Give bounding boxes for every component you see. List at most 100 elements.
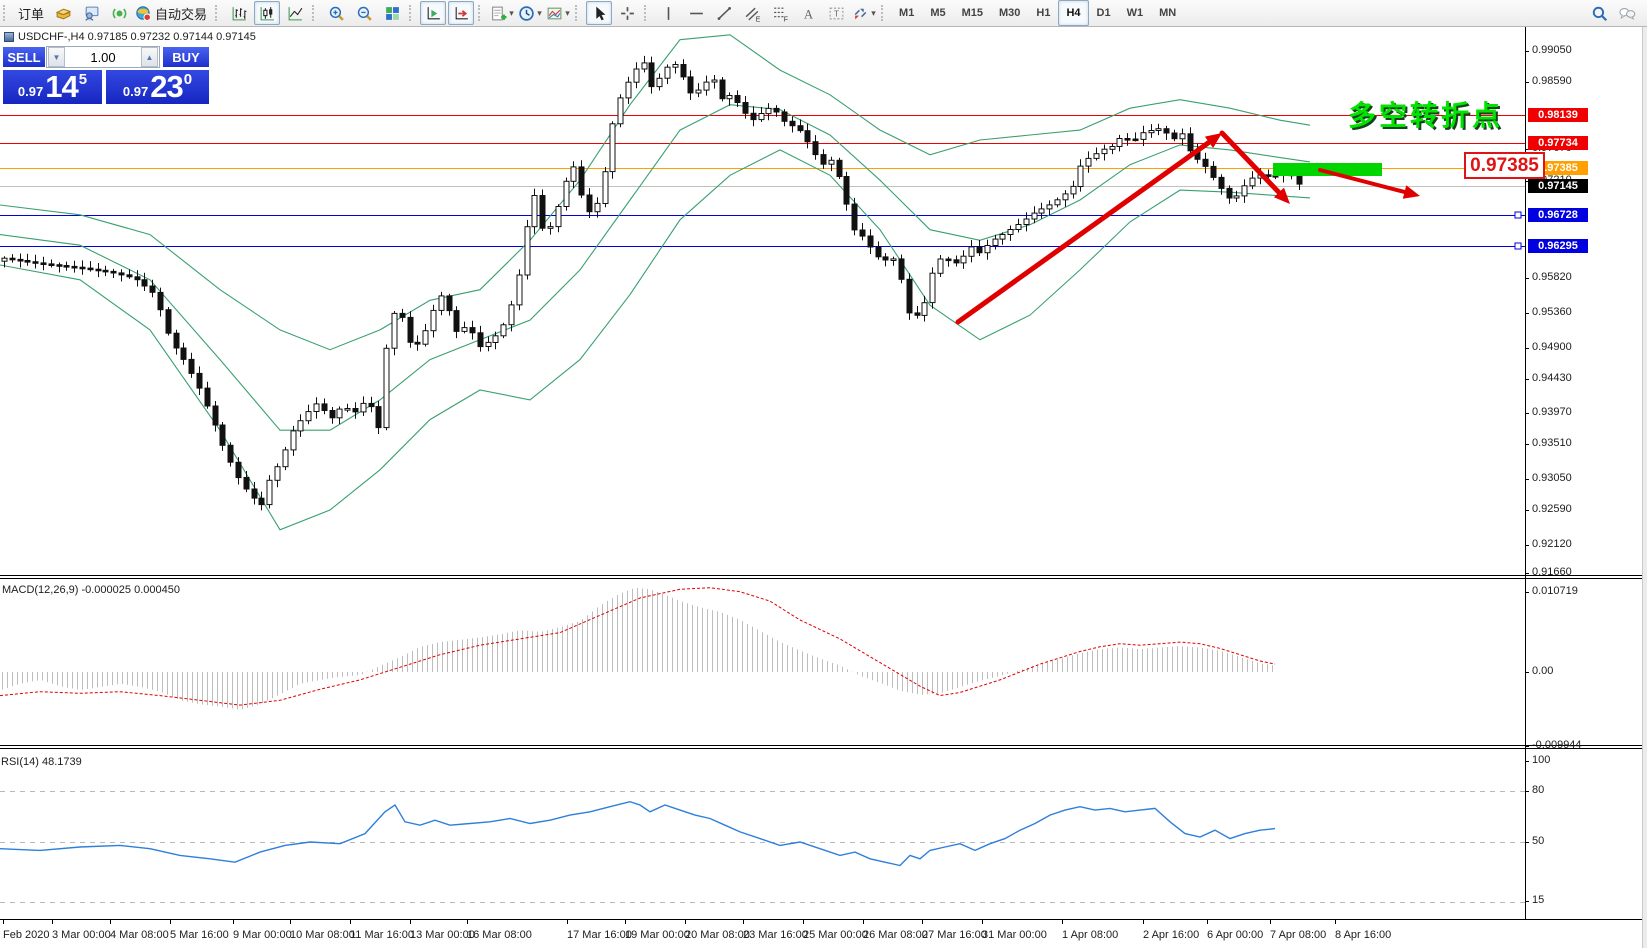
price-axis-tick: 0.93050 (1532, 472, 1572, 484)
terminal-button[interactable] (78, 1, 104, 25)
dropdown-caret-icon[interactable]: ▾ (565, 8, 570, 19)
svg-text:T: T (833, 8, 838, 18)
candles-icon (259, 5, 276, 22)
timeframe-W1[interactable]: W1 (1119, 0, 1152, 26)
autotrade-icon (135, 5, 152, 22)
green-highlight-box[interactable] (1273, 163, 1382, 176)
toolbar-grip (215, 5, 221, 21)
rsi-axis-tick: 80 (1532, 784, 1544, 796)
trendline-icon (716, 5, 733, 22)
new-order-button[interactable]: 订单 (14, 1, 48, 25)
timeframe-M1[interactable]: M1 (891, 0, 922, 26)
macd-axis-tick: 0.00 (1532, 665, 1553, 677)
arrows-button[interactable]: ▾ (851, 1, 877, 25)
buy-price-display[interactable]: 0.97 23 0 (105, 69, 210, 105)
svg-text:E: E (755, 16, 760, 22)
horizontal-line-button[interactable] (683, 1, 709, 25)
time-axis-label: 2 Apr 16:00 (1143, 929, 1199, 941)
channel-icon: E (744, 5, 761, 22)
zoom-in-button[interactable] (323, 1, 349, 25)
sell-button[interactable]: SELL (2, 46, 46, 68)
buy-price-sup: 0 (184, 71, 192, 88)
time-axis-label: Feb 2020 (3, 929, 49, 941)
text-button[interactable]: A (795, 1, 821, 25)
crosshair-button[interactable] (614, 1, 640, 25)
toolbar-grip (3, 5, 9, 21)
signals-icon (111, 5, 128, 22)
main-toolbar: 订单 自动交易 ▾ ▾ ▾ E FA T ▾ M1 M5 M15M30H1H4 D1 W1 MN (0, 0, 1647, 27)
autoscroll-icon (425, 5, 442, 22)
templates-button[interactable]: ▾ (545, 1, 571, 25)
line-chart-button[interactable] (282, 1, 308, 25)
time-axis-label: 23 Mar 16:00 (743, 929, 808, 941)
price-axis-tick: 0.94430 (1532, 372, 1572, 384)
timeframe-H1[interactable]: H1 (1028, 0, 1058, 26)
volume-increase-button[interactable]: ▲ (141, 47, 158, 67)
price-level-badge: 0.96728 (1528, 208, 1588, 222)
volume-box: ▼ ▲ (46, 46, 160, 68)
vertical-line-button[interactable] (655, 1, 681, 25)
text-label-button[interactable]: T (823, 1, 849, 25)
dropdown-caret-icon[interactable]: ▾ (509, 8, 514, 19)
indicators-button[interactable]: ▾ (489, 1, 515, 25)
time-axis-label: 16 Mar 08:00 (467, 929, 532, 941)
volume-input[interactable] (66, 50, 140, 65)
one-click-trading-panel: SELL ▼ ▲ BUY 0.97 14 5 0.97 23 0 (2, 46, 210, 105)
price-level-badge: 0.96295 (1528, 239, 1588, 253)
arrows-icon (852, 5, 869, 22)
search-button[interactable] (1586, 1, 1612, 25)
rsi-axis-tick: 50 (1532, 835, 1544, 847)
toolbar-right-icons (1585, 1, 1641, 25)
auto-scroll-button[interactable] (420, 1, 446, 25)
price-callout-box[interactable]: 0.97385 (1464, 152, 1545, 179)
price-axis-tick: 0.93510 (1532, 437, 1572, 449)
timeframe-label: M5 (930, 7, 945, 19)
equidistant-channel-button[interactable]: E (739, 1, 765, 25)
timeframe-H4[interactable]: H4 (1058, 0, 1088, 26)
chart-shift-button[interactable] (448, 1, 474, 25)
price-axis-tick: 0.94900 (1532, 341, 1572, 353)
cursor-button[interactable] (586, 1, 612, 25)
dropdown-caret-icon[interactable]: ▾ (537, 8, 542, 19)
symbol-ohlc-line: USDCHF-,H4 0.97185 0.97232 0.97144 0.971… (4, 31, 256, 43)
timeframe-label: D1 (1097, 7, 1111, 19)
time-axis-label: 25 Mar 00:00 (803, 929, 868, 941)
sell-price-sup: 5 (79, 71, 87, 88)
zoom-out-button[interactable] (351, 1, 377, 25)
timeframe-M30[interactable]: M30 (991, 0, 1028, 26)
tile-icon (384, 5, 401, 22)
time-axis-label: 13 Mar 00:00 (410, 929, 475, 941)
timeframe-D1[interactable]: D1 (1089, 0, 1119, 26)
history-icon (55, 5, 72, 22)
time-axis-label: 5 Mar 16:00 (170, 929, 229, 941)
chat-button[interactable] (1614, 1, 1640, 25)
periods-button[interactable]: ▾ (517, 1, 543, 25)
tile-windows-button[interactable] (379, 1, 405, 25)
hline-icon (688, 5, 705, 22)
turning-point-annotation[interactable]: 多空转折点 (1348, 94, 1503, 134)
macd-axis-tick: -0.009944 (1532, 739, 1582, 751)
auto-trading-button[interactable]: 自动交易 (134, 1, 211, 25)
price-axis-tick: 0.99050 (1532, 44, 1572, 56)
linechart-icon (287, 5, 304, 22)
dropdown-caret-icon[interactable]: ▾ (871, 8, 876, 19)
price-axis-tick: 0.95360 (1532, 306, 1572, 318)
timeframe-M5[interactable]: M5 (922, 0, 953, 26)
buy-button[interactable]: BUY (162, 46, 210, 68)
sell-price-big: 14 (45, 72, 77, 102)
volume-decrease-button[interactable]: ▼ (48, 47, 65, 67)
candlestick-chart-button[interactable] (254, 1, 280, 25)
history-center-button[interactable] (50, 1, 76, 25)
sell-price-display[interactable]: 0.97 14 5 (2, 69, 103, 105)
fibonacci-button[interactable]: F (767, 1, 793, 25)
price-axis-tick: 0.92120 (1532, 538, 1572, 550)
timeframe-label: MN (1159, 7, 1176, 19)
price-axis-tick: 0.92590 (1532, 503, 1572, 515)
sell-price-main: 0.97 (18, 84, 43, 99)
bar-chart-button[interactable] (226, 1, 252, 25)
timeframe-MN[interactable]: MN (1151, 0, 1184, 26)
signals-button[interactable] (106, 1, 132, 25)
rsi-indicator-label: RSI(14) 48.1739 (1, 756, 82, 768)
timeframe-M15[interactable]: M15 (954, 0, 991, 26)
trendline-button[interactable] (711, 1, 737, 25)
